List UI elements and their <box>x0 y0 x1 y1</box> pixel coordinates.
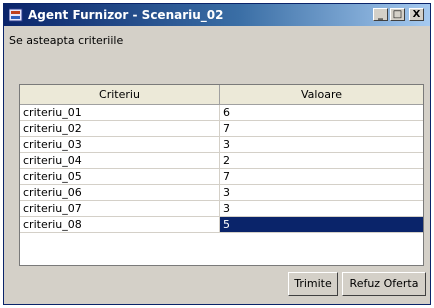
column-header-valoare[interactable]: Valoare <box>220 85 423 104</box>
valoare-cell[interactable]: 3 <box>220 201 423 216</box>
minimize-button[interactable]: _ <box>373 8 388 21</box>
table-row[interactable]: criteriu_08 5 <box>20 217 423 233</box>
table-row[interactable]: criteriu_07 3 <box>20 201 423 217</box>
table-row[interactable]: criteriu_04 2 <box>20 153 423 169</box>
criteriu-cell[interactable]: criteriu_01 <box>20 105 220 120</box>
criteriu-cell[interactable]: criteriu_05 <box>20 169 220 184</box>
valoare-cell[interactable]: 2 <box>220 153 423 168</box>
valoare-cell[interactable]: 3 <box>220 185 423 200</box>
table-row[interactable]: criteriu_01 6 <box>20 105 423 121</box>
app-window: Agent Furnizor - Scenariu_02 _ □ X Se as… <box>3 3 431 305</box>
refuse-offer-button[interactable]: Refuz Oferta <box>342 272 426 296</box>
criteriu-cell[interactable]: criteriu_02 <box>20 121 220 136</box>
criteria-table: Criteriu Valoare criteriu_01 6 criteriu_02… <box>19 84 424 266</box>
valoare-cell[interactable]: 7 <box>220 169 423 184</box>
table-row[interactable]: criteriu_06 3 <box>20 185 423 201</box>
criteriu-cell[interactable]: criteriu_03 <box>20 137 220 152</box>
column-header-criteriu[interactable]: Criteriu <box>20 85 220 104</box>
close-button[interactable]: X <box>409 8 424 21</box>
criteriu-cell[interactable]: criteriu_04 <box>20 153 220 168</box>
valoare-cell[interactable]: 3 <box>220 137 423 152</box>
window-title: Agent Furnizor - Scenariu_02 <box>28 8 224 22</box>
valoare-cell[interactable]: 5 <box>220 217 423 232</box>
status-label: Se asteapta criteriile <box>9 34 124 47</box>
java-app-icon <box>8 8 23 22</box>
title-bar[interactable]: Agent Furnizor - Scenariu_02 _ □ X <box>4 4 430 26</box>
criteriu-cell[interactable]: criteriu_06 <box>20 185 220 200</box>
criteriu-cell[interactable]: criteriu_08 <box>20 217 220 232</box>
send-button[interactable]: Trimite <box>288 272 338 296</box>
criteriu-cell[interactable]: criteriu_07 <box>20 201 220 216</box>
valoare-cell[interactable]: 6 <box>220 105 423 120</box>
valoare-cell[interactable]: 7 <box>220 121 423 136</box>
table-header: Criteriu Valoare <box>20 85 423 105</box>
table-row[interactable]: criteriu_02 7 <box>20 121 423 137</box>
table-row[interactable]: criteriu_05 7 <box>20 169 423 185</box>
maximize-button[interactable]: □ <box>390 8 405 21</box>
table-row[interactable]: criteriu_03 3 <box>20 137 423 153</box>
table-body: criteriu_01 6 criteriu_02 7 criteriu_03 3 crit… <box>20 105 423 233</box>
